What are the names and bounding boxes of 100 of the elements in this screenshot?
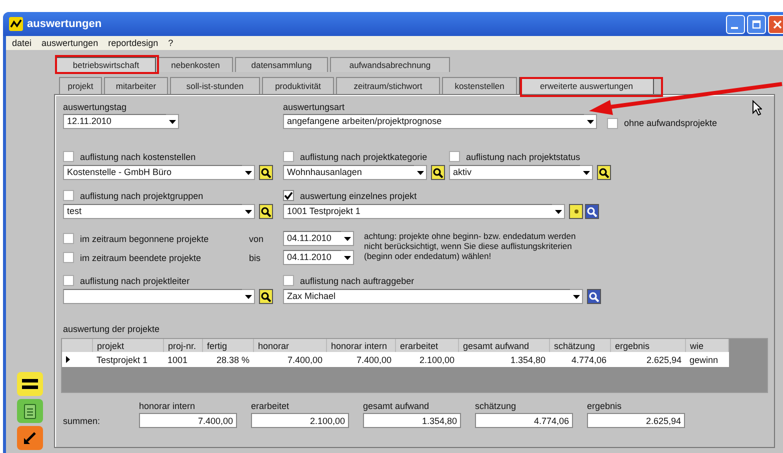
caret-icon — [582, 170, 590, 174]
document-icon — [24, 404, 36, 418]
tab[interactable]: soll-ist-stunden — [170, 77, 260, 94]
tab[interactable]: kostenstellen — [442, 77, 517, 94]
window-title: auswertungen — [27, 18, 102, 30]
checkbox[interactable] — [283, 190, 294, 201]
search-button[interactable] — [259, 165, 273, 180]
search-button[interactable] — [587, 289, 601, 304]
row-label: summen: — [63, 416, 102, 426]
total-field: 2.625,94 — [587, 413, 685, 428]
checkbox-label: auflistung nach projektgruppen — [80, 190, 204, 200]
menu-item[interactable]: reportdesign — [108, 38, 158, 48]
checkbox[interactable] — [63, 233, 74, 244]
field-label: ergebnis — [587, 401, 623, 413]
column-header[interactable]: erarbeitet — [396, 339, 458, 352]
tab[interactable]: betriebswirtschaft — [56, 57, 156, 72]
total-field: 2.100,00 — [251, 413, 349, 428]
sidebar-button[interactable] — [17, 426, 43, 450]
dropdown-field[interactable]: test — [63, 204, 242, 219]
search-button[interactable] — [259, 204, 273, 219]
dropdown-button[interactable] — [341, 231, 354, 246]
checkbox[interactable] — [283, 151, 294, 162]
column-header[interactable]: ergebnis — [610, 339, 686, 352]
column-header[interactable]: schätzung — [550, 339, 610, 352]
search-icon — [261, 206, 271, 216]
search-icon — [587, 206, 597, 216]
dropdown-button[interactable] — [580, 165, 593, 180]
column-header[interactable]: honorar — [254, 339, 326, 352]
caret-icon — [416, 170, 424, 174]
dropdown-button[interactable] — [242, 204, 255, 219]
tab[interactable]: nebenkosten — [158, 57, 233, 72]
caret-icon — [586, 120, 594, 124]
section-title: auswertung der projekte — [63, 324, 161, 336]
column-header[interactable]: projekt — [92, 339, 164, 352]
dropdown-button[interactable] — [242, 165, 255, 180]
caret-icon — [344, 236, 350, 240]
close-icon — [773, 20, 782, 28]
checkbox-label: auflistung nach projektstatus — [466, 152, 580, 162]
menu-item[interactable]: datei — [12, 38, 32, 48]
column-header[interactable]: fertig — [202, 339, 254, 352]
caret-icon — [244, 210, 252, 214]
dropdown-button[interactable] — [570, 289, 583, 304]
column-header[interactable]: honorar intern — [326, 339, 396, 352]
field-label: bis — [249, 252, 262, 262]
dropdown-button[interactable] — [584, 114, 597, 129]
column-header[interactable]: proj-nr. — [164, 339, 202, 352]
minimize-button[interactable] — [726, 14, 745, 34]
checkbox[interactable] — [283, 275, 294, 286]
dropdown-field[interactable]: 1001 Testprojekt 1 — [283, 204, 552, 219]
dropdown-field[interactable]: Kostenstelle - GmbH Büro — [63, 165, 242, 180]
checkbox[interactable] — [63, 190, 74, 201]
checkbox[interactable] — [449, 151, 460, 162]
warning-text: achtung: projekte ohne beginn- bzw. endedatum werden nicht berücksichtigt, wenn Sie diese auflistungskriterien (beginn oder endedatum) wählen! — [364, 231, 577, 261]
checkbox[interactable] — [607, 118, 618, 128]
menu-item[interactable]: ? — [168, 38, 174, 48]
table-cell: 4.774,06 — [550, 352, 610, 367]
dropdown-field[interactable] — [63, 289, 242, 304]
menu-item[interactable]: auswertungen — [42, 38, 98, 48]
table-cell: 7.400,00 — [254, 352, 326, 367]
select-button[interactable] — [569, 204, 583, 219]
search-button[interactable] — [585, 204, 599, 219]
dropdown-field[interactable]: aktiv — [449, 165, 580, 180]
checkbox[interactable] — [63, 275, 74, 286]
search-button[interactable] — [597, 165, 611, 180]
tab[interactable]: produktivität — [262, 77, 334, 94]
total-field: 7.400,00 — [139, 413, 237, 428]
dropdown-field[interactable]: Wohnhausanlagen — [283, 165, 414, 180]
search-button[interactable] — [431, 165, 445, 180]
date-field[interactable]: 12.11.2010 — [63, 114, 166, 129]
table-cell: gewinn — [686, 352, 728, 367]
tab[interactable]: zeitraum/stichwort — [336, 77, 440, 94]
caret-icon — [344, 256, 350, 260]
tab[interactable]: datensammlung — [235, 57, 328, 72]
table-cell: 7.400,00 — [326, 352, 396, 367]
dropdown-button[interactable] — [414, 165, 427, 180]
maximize-button[interactable] — [747, 14, 766, 34]
close-button[interactable] — [768, 14, 783, 34]
sidebar-button[interactable] — [17, 372, 43, 396]
dropdown-button[interactable] — [341, 250, 354, 265]
dropdown-button[interactable] — [166, 114, 179, 129]
dropdown-field[interactable]: angefangene arbeiten/projektprognose — [283, 114, 584, 129]
column-header[interactable]: gesamt aufwand — [458, 339, 550, 352]
search-button[interactable] — [259, 289, 273, 304]
date-field[interactable]: 04.11.2010 — [283, 231, 341, 246]
table-cell: 1.354,80 — [458, 352, 550, 367]
dropdown-button[interactable] — [242, 289, 255, 304]
column-header[interactable]: wie — [686, 339, 728, 352]
checkbox-label: auflistung nach auftraggeber — [300, 276, 414, 286]
table-cell: 2.625,94 — [610, 352, 686, 367]
total-field: 1.354,80 — [363, 413, 461, 428]
dropdown-field[interactable]: Zax Michael — [283, 289, 570, 304]
checkbox[interactable] — [63, 252, 74, 263]
caret-icon — [168, 120, 176, 124]
cursor-icon — [752, 100, 762, 116]
tab[interactable]: projekt — [59, 77, 102, 94]
tab[interactable]: mitarbeiter — [104, 77, 168, 94]
dropdown-button[interactable] — [552, 204, 565, 219]
date-field[interactable]: 04.11.2010 — [283, 250, 341, 265]
tab[interactable]: aufwandsabrechnung — [330, 57, 450, 72]
checkbox[interactable] — [63, 151, 74, 162]
